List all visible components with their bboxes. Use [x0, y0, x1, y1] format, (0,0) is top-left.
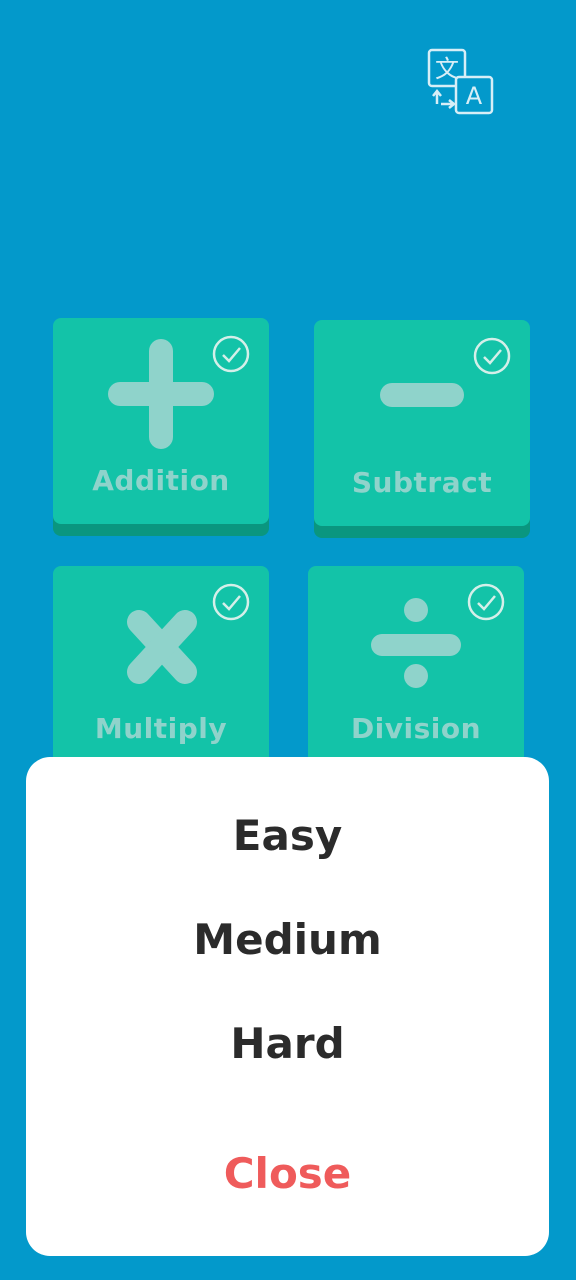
medium-option[interactable]: Medium	[26, 915, 549, 964]
svg-text:A: A	[466, 82, 483, 110]
multiply-icon	[53, 582, 269, 702]
translate-button[interactable]: 文 A	[424, 46, 498, 120]
minus-icon	[314, 336, 530, 456]
tile-label: Division	[350, 712, 482, 745]
divide-icon	[308, 582, 524, 702]
tile-label: Multiply	[94, 712, 228, 745]
subtract-tile[interactable]: Subtract	[314, 320, 530, 526]
tile-label: Addition	[92, 464, 230, 497]
division-tile[interactable]: Division	[308, 566, 524, 772]
translate-icon: 文 A	[424, 46, 498, 120]
easy-option[interactable]: Easy	[26, 811, 549, 860]
close-button[interactable]: Close	[26, 1149, 549, 1198]
plus-icon	[53, 334, 269, 454]
hard-option[interactable]: Hard	[26, 1019, 549, 1068]
addition-tile[interactable]: Addition	[53, 318, 269, 524]
tile-label: Subtract	[351, 466, 493, 499]
difficulty-sheet: Easy Medium Hard Close	[26, 757, 549, 1256]
multiply-tile[interactable]: Multiply	[53, 566, 269, 772]
